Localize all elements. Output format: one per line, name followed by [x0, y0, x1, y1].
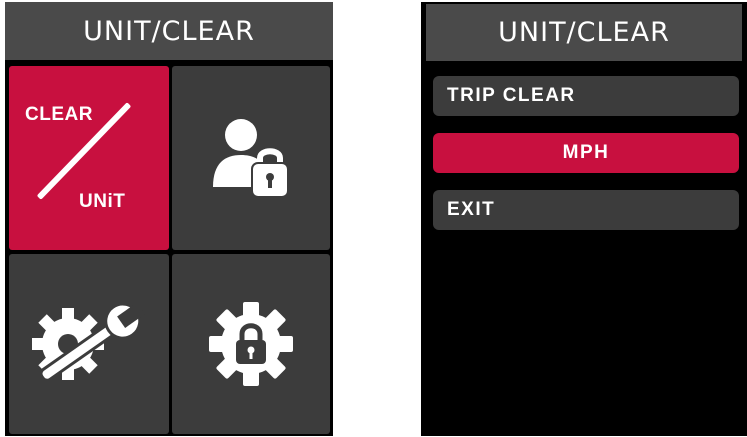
clear-label: CLEAR: [25, 104, 93, 125]
screen-title: UNIT/CLEAR: [5, 2, 333, 60]
trip-clear-button[interactable]: TRIP CLEAR: [433, 76, 739, 116]
user-lock-tile[interactable]: [172, 66, 330, 250]
screen-title: UNIT/CLEAR: [426, 4, 742, 61]
gear-lock-icon: [209, 302, 293, 386]
mph-button[interactable]: MPH: [433, 133, 739, 173]
settings-tools-tile[interactable]: [9, 254, 169, 434]
gear-lock-tile[interactable]: [172, 254, 330, 434]
unit-clear-grid-screen: UNIT/CLEAR CLEAR UNiT: [5, 2, 333, 436]
unit-clear-tile[interactable]: CLEAR UNiT: [9, 66, 169, 250]
exit-button[interactable]: EXIT: [433, 190, 739, 230]
user-lock-icon: [213, 119, 289, 198]
wrench-gear-icon: [32, 304, 145, 382]
unit-clear-menu-screen: UNIT/CLEAR TRIP CLEAR MPH EXIT: [421, 2, 747, 436]
unit-label: UNiT: [79, 191, 126, 212]
